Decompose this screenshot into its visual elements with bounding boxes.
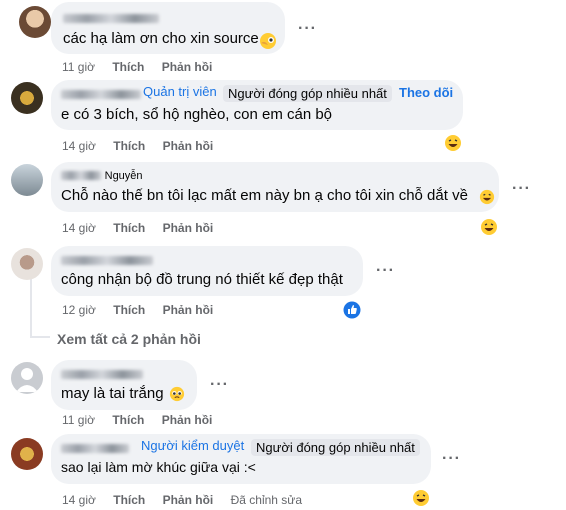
more-options-icon[interactable]: ··· [298, 20, 317, 38]
comment-text: e có 3 bích, sổ hộ nghèo, con em cán bộ [61, 106, 333, 123]
like-reaction-icon[interactable] [343, 301, 361, 319]
comment-bubble: Quản trị viên Người đóng góp nhiều nhất … [51, 80, 463, 130]
more-options-icon[interactable]: ··· [210, 376, 229, 394]
commenter-name[interactable] [61, 440, 129, 455]
like-button[interactable]: Thích [113, 303, 145, 317]
laughing-emoji-icon[interactable] [480, 218, 498, 236]
more-options-icon[interactable]: ··· [376, 262, 395, 280]
like-button[interactable]: Thích [113, 221, 145, 235]
comment-time[interactable]: 14 giờ [62, 493, 96, 507]
comment-time[interactable]: 11 giờ [62, 60, 95, 74]
reply-button[interactable]: Phản hồi [163, 221, 214, 235]
comment-bubble: Nguyễn Chỗ nào thế bn tôi lạc mất em này… [51, 162, 499, 212]
comment-time[interactable]: 11 giờ [62, 413, 95, 427]
admin-badge: Quản trị viên [143, 84, 217, 99]
like-button[interactable]: Thích [112, 413, 144, 427]
default-avatar-icon [16, 368, 38, 392]
moderator-badge: Người kiểm duyệt [141, 438, 245, 453]
commenter-name[interactable] [61, 366, 143, 381]
top-contributor-badge: Người đóng góp nhiều nhất [223, 85, 392, 102]
commenter-name[interactable]: Nguyễn [61, 167, 143, 182]
comment-text: sao lại làm mờ khúc giữa vại :< [61, 459, 256, 475]
comment-bubble: may là tai trắng [51, 360, 197, 410]
reply-button[interactable]: Phản hồi [162, 413, 213, 427]
more-options-icon[interactable]: ··· [512, 180, 531, 198]
like-button[interactable]: Thích [112, 60, 144, 74]
commenter-name[interactable] [63, 10, 159, 25]
like-button[interactable]: Thích [113, 493, 145, 507]
avatar[interactable] [11, 362, 43, 394]
avatar[interactable] [11, 438, 43, 470]
laughing-emoji-icon[interactable] [412, 489, 430, 507]
comment-bubble: Người kiểm duyệt Người đóng góp nhiều nh… [51, 434, 431, 484]
comment-bubble: công nhận bộ đồ trung nó thiết kế đẹp th… [51, 246, 363, 296]
commenter-name[interactable] [61, 86, 141, 101]
comment-meta: 11 giờ Thích Phản hồi [62, 60, 212, 74]
comment-meta: 11 giờ Thích Phản hồi [62, 413, 212, 427]
more-options-icon[interactable]: ··· [442, 450, 461, 468]
comment-time[interactable]: 14 giờ [62, 221, 96, 235]
top-contributor-badge: Người đóng góp nhiều nhất [251, 439, 420, 456]
commenter-name[interactable] [61, 252, 153, 267]
avatar[interactable] [11, 164, 43, 196]
comment-time[interactable]: 14 giờ [62, 139, 96, 153]
pleading-emoji-icon [169, 386, 185, 402]
avatar[interactable] [11, 248, 43, 280]
follow-button[interactable]: Theo dõi [399, 85, 453, 100]
laughing-emoji-icon[interactable] [444, 134, 462, 152]
reply-thread-branch [30, 336, 50, 338]
comment-meta: 14 giờ Thích Phản hồi Đã chỉnh sửa [62, 493, 302, 507]
comment-text: các hạ làm ơn cho xin source [63, 30, 259, 47]
reply-button[interactable]: Phản hồi [162, 60, 213, 74]
comment-meta: 14 giờ Thích Phản hồi [62, 139, 213, 153]
reply-button[interactable]: Phản hồi [163, 139, 214, 153]
laughing-emoji-icon [479, 189, 495, 205]
comment-time[interactable]: 12 giờ [62, 303, 96, 317]
peeking-face-emoji-icon [260, 33, 276, 49]
comment-text: Chỗ nào thế bn tôi lạc mất em này bn ạ c… [61, 187, 468, 204]
comment-text: công nhận bộ đồ trung nó thiết kế đẹp th… [61, 271, 343, 288]
avatar[interactable] [11, 82, 43, 114]
comment-text: may là tai trắng [61, 385, 164, 402]
reply-button[interactable]: Phản hồi [163, 493, 214, 507]
edited-label: Đã chỉnh sửa [230, 493, 302, 507]
reply-thread-line [30, 278, 32, 338]
avatar[interactable] [19, 6, 51, 38]
reply-button[interactable]: Phản hồi [163, 303, 214, 317]
comment-meta: 12 giờ Thích Phản hồi [62, 303, 213, 317]
like-button[interactable]: Thích [113, 139, 145, 153]
view-all-replies-link[interactable]: Xem tất cả 2 phản hồi [57, 331, 201, 347]
comment-bubble: các hạ làm ơn cho xin source [51, 2, 285, 54]
comment-meta: 14 giờ Thích Phản hồi [62, 221, 213, 235]
